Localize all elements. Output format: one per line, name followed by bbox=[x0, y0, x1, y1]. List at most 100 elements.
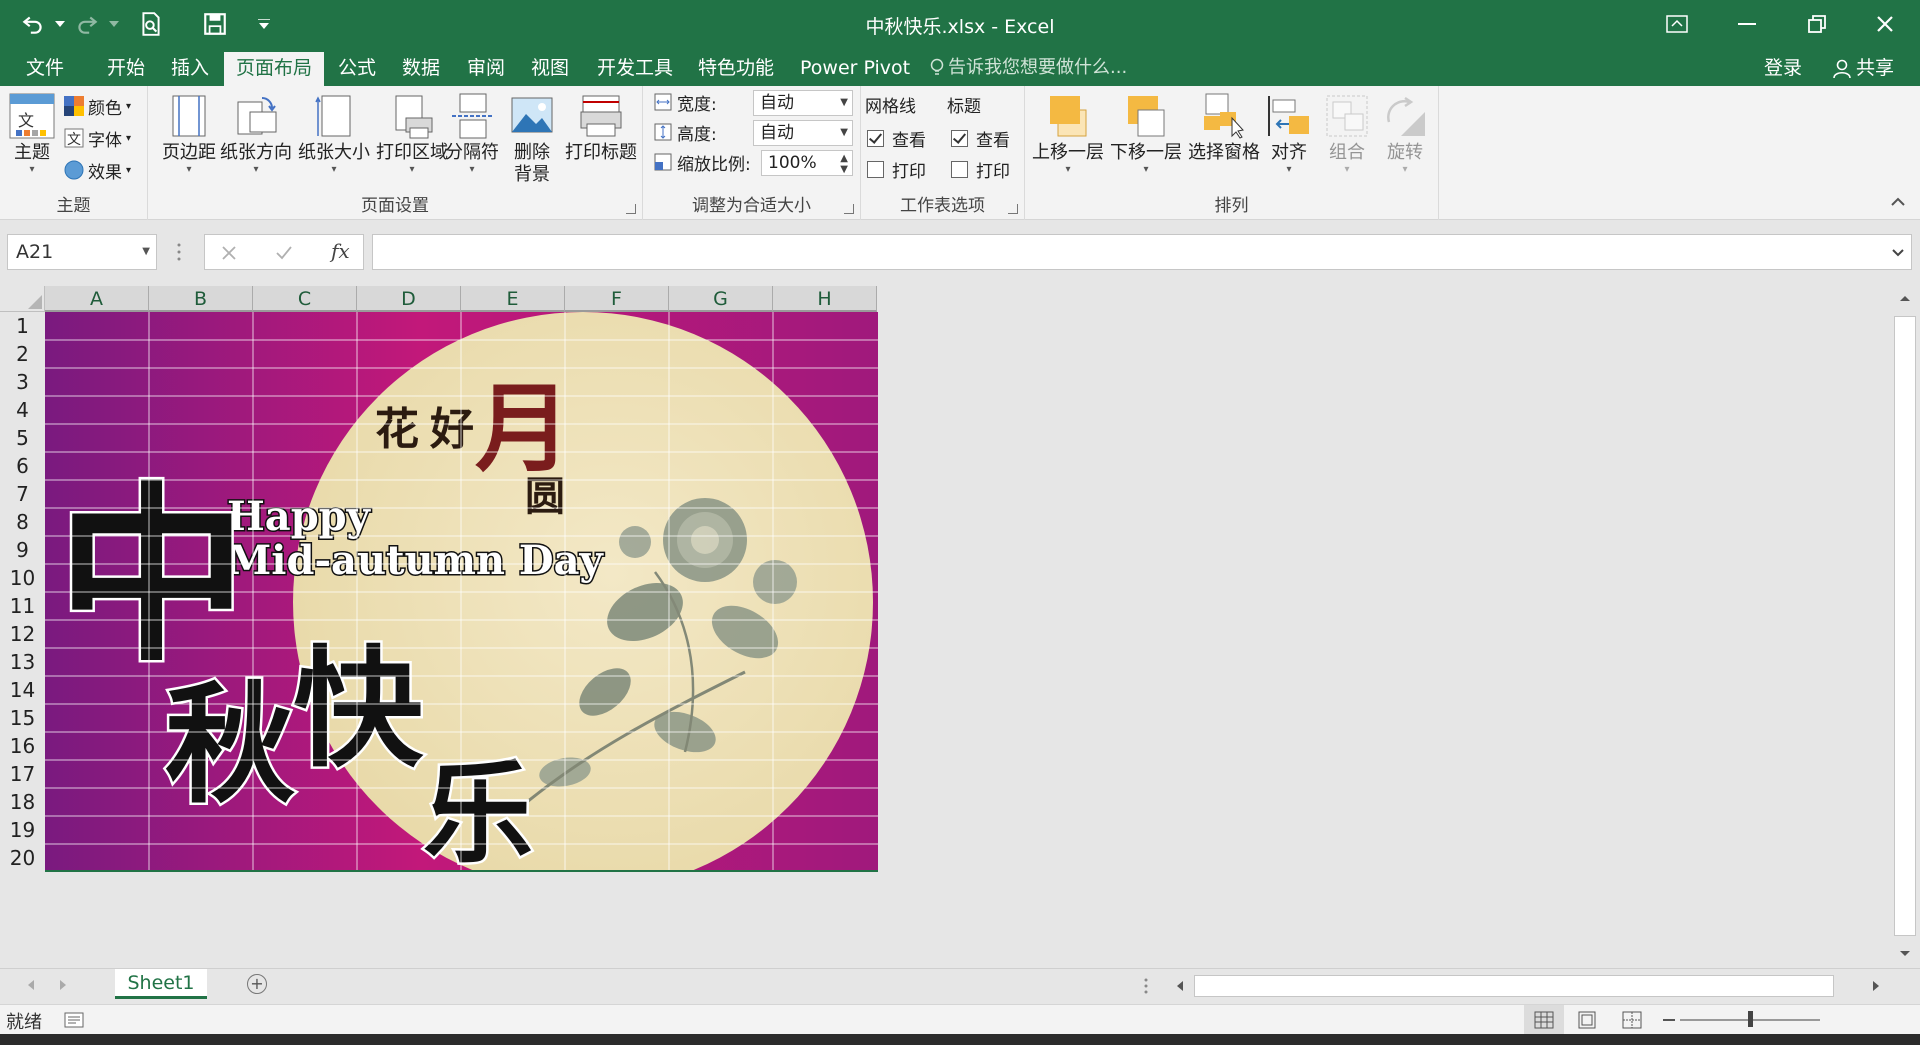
row-header[interactable]: 18 bbox=[0, 788, 45, 816]
gridlines-print-checkbox[interactable]: 打印 bbox=[867, 155, 926, 183]
page-setup-launcher-icon[interactable] bbox=[626, 204, 636, 214]
page-layout-view-icon[interactable] bbox=[1578, 1011, 1596, 1029]
select-all-button[interactable] bbox=[0, 286, 45, 312]
row-header[interactable]: 3 bbox=[0, 368, 45, 396]
row-header[interactable]: 15 bbox=[0, 704, 45, 732]
row-header[interactable]: 11 bbox=[0, 592, 45, 620]
scroll-up-icon[interactable] bbox=[1899, 294, 1911, 302]
add-sheet-icon[interactable]: + bbox=[247, 974, 267, 994]
save-icon[interactable] bbox=[196, 6, 234, 42]
sheet-tab-sheet1[interactable]: Sheet1 bbox=[115, 969, 207, 999]
collapse-ribbon-icon[interactable] bbox=[1890, 192, 1906, 211]
column-header-c[interactable]: C bbox=[253, 286, 357, 312]
headings-print-checkbox[interactable]: 打印 bbox=[951, 155, 1010, 183]
row-header[interactable]: 6 bbox=[0, 452, 45, 480]
bring-forward-button[interactable]: 上移一层 ▾ bbox=[1029, 92, 1107, 184]
row-header[interactable]: 2 bbox=[0, 340, 45, 368]
row-header[interactable]: 17 bbox=[0, 760, 45, 788]
row-header[interactable]: 7 bbox=[0, 480, 45, 508]
row-header[interactable]: 4 bbox=[0, 396, 45, 424]
column-header-d[interactable]: D bbox=[357, 286, 461, 312]
delete-background-button[interactable]: 删除 背景 bbox=[502, 92, 562, 185]
align-button[interactable]: 对齐 ▾ bbox=[1261, 92, 1317, 184]
print-titles-button[interactable]: 打印标题 bbox=[562, 92, 640, 184]
macro-record-icon[interactable] bbox=[64, 1011, 84, 1029]
breaks-button[interactable]: 分隔符 ▾ bbox=[442, 92, 502, 184]
effects-button[interactable]: 效果 ▾ bbox=[64, 156, 131, 184]
restore-icon[interactable] bbox=[1782, 0, 1852, 48]
undo-dropdown-icon[interactable] bbox=[52, 6, 68, 42]
vertical-scroll-thumb[interactable] bbox=[1894, 316, 1916, 936]
more-options-icon[interactable] bbox=[177, 242, 181, 262]
vertical-scrollbar[interactable] bbox=[1890, 286, 1920, 968]
tab-data[interactable]: 数据 bbox=[390, 52, 452, 86]
fonts-button[interactable]: 文 字体 ▾ bbox=[64, 124, 131, 152]
tab-insert[interactable]: 插入 bbox=[159, 52, 221, 86]
horizontal-scrollbar[interactable] bbox=[1168, 973, 1886, 999]
margins-button[interactable]: 页边距 ▾ bbox=[154, 92, 224, 184]
print-preview-icon[interactable] bbox=[132, 6, 170, 42]
height-select[interactable]: 自动 ▼ bbox=[753, 120, 853, 146]
column-header-a[interactable]: A bbox=[45, 286, 149, 312]
column-header-h[interactable]: H bbox=[773, 286, 877, 312]
name-box[interactable]: A21 ▼ bbox=[7, 234, 157, 270]
print-area-button[interactable]: 打印区域 ▾ bbox=[372, 92, 452, 184]
zoom-slider-thumb[interactable] bbox=[1748, 1011, 1753, 1027]
gridlines-view-checkbox[interactable]: 查看 bbox=[867, 124, 926, 152]
undo-icon[interactable] bbox=[14, 6, 52, 42]
tab-splitter-icon[interactable] bbox=[1144, 977, 1148, 995]
horizontal-scroll-thumb[interactable] bbox=[1194, 975, 1834, 997]
sign-in-link[interactable]: 登录 bbox=[1764, 52, 1802, 84]
scroll-left-icon[interactable] bbox=[1176, 980, 1184, 992]
normal-view-button[interactable] bbox=[1524, 1005, 1564, 1035]
tab-file[interactable]: 文件 bbox=[14, 52, 76, 86]
row-header[interactable]: 19 bbox=[0, 816, 45, 844]
row-header[interactable]: 9 bbox=[0, 536, 45, 564]
tell-me-search[interactable]: 告诉我您想要做什么... bbox=[930, 52, 1127, 86]
scale-spinner[interactable]: 100% ▲ ▼ bbox=[761, 150, 853, 176]
selection-pane-button[interactable]: 选择窗格 bbox=[1185, 92, 1263, 184]
row-header[interactable]: 13 bbox=[0, 648, 45, 676]
ribbon-display-options-icon[interactable] bbox=[1642, 0, 1712, 48]
minimize-icon[interactable] bbox=[1712, 0, 1782, 48]
row-header[interactable]: 5 bbox=[0, 424, 45, 452]
row-header[interactable]: 14 bbox=[0, 676, 45, 704]
insert-function-icon[interactable]: fx bbox=[331, 239, 350, 263]
width-select[interactable]: 自动 ▼ bbox=[753, 90, 853, 116]
column-header-e[interactable]: E bbox=[461, 286, 565, 312]
tab-page-layout[interactable]: 页面布局 bbox=[224, 52, 325, 86]
tab-review[interactable]: 审阅 bbox=[455, 52, 517, 86]
expand-formula-bar-icon[interactable] bbox=[1891, 243, 1905, 262]
orientation-button[interactable]: 纸张方向 ▾ bbox=[216, 92, 296, 184]
tab-view[interactable]: 视图 bbox=[519, 52, 581, 86]
row-header[interactable]: 8 bbox=[0, 508, 45, 536]
prev-sheet-icon[interactable] bbox=[26, 979, 36, 991]
row-header[interactable]: 20 bbox=[0, 844, 45, 872]
scroll-down-icon[interactable] bbox=[1899, 950, 1911, 958]
formula-input[interactable] bbox=[372, 234, 1912, 270]
row-header[interactable]: 12 bbox=[0, 620, 45, 648]
column-header-g[interactable]: G bbox=[669, 286, 773, 312]
customize-qat-icon[interactable] bbox=[256, 6, 272, 42]
send-backward-button[interactable]: 下移一层 ▾ bbox=[1107, 92, 1185, 184]
row-header[interactable]: 10 bbox=[0, 564, 45, 592]
tab-special-features[interactable]: 特色功能 bbox=[686, 52, 786, 86]
page-break-view-icon[interactable] bbox=[1622, 1011, 1642, 1029]
next-sheet-icon[interactable] bbox=[58, 979, 68, 991]
tab-developer[interactable]: 开发工具 bbox=[585, 52, 685, 86]
tab-formulas[interactable]: 公式 bbox=[326, 52, 388, 86]
headings-view-checkbox[interactable]: 查看 bbox=[951, 124, 1010, 152]
scroll-right-icon[interactable] bbox=[1872, 980, 1880, 992]
zoom-out-icon[interactable] bbox=[1662, 1013, 1676, 1027]
themes-button[interactable]: 文 主题 ▾ bbox=[4, 92, 60, 184]
sheet-options-launcher-icon[interactable] bbox=[1008, 204, 1018, 214]
column-header-f[interactable]: F bbox=[565, 286, 669, 312]
row-header[interactable]: 1 bbox=[0, 312, 45, 340]
scale-to-fit-launcher-icon[interactable] bbox=[844, 204, 854, 214]
colors-button[interactable]: 颜色 ▾ bbox=[64, 92, 131, 120]
column-header-b[interactable]: B bbox=[149, 286, 253, 312]
tab-power-pivot[interactable]: Power Pivot bbox=[788, 52, 922, 86]
tab-home[interactable]: 开始 bbox=[95, 52, 157, 86]
row-header[interactable]: 16 bbox=[0, 732, 45, 760]
close-icon[interactable] bbox=[1850, 0, 1920, 48]
